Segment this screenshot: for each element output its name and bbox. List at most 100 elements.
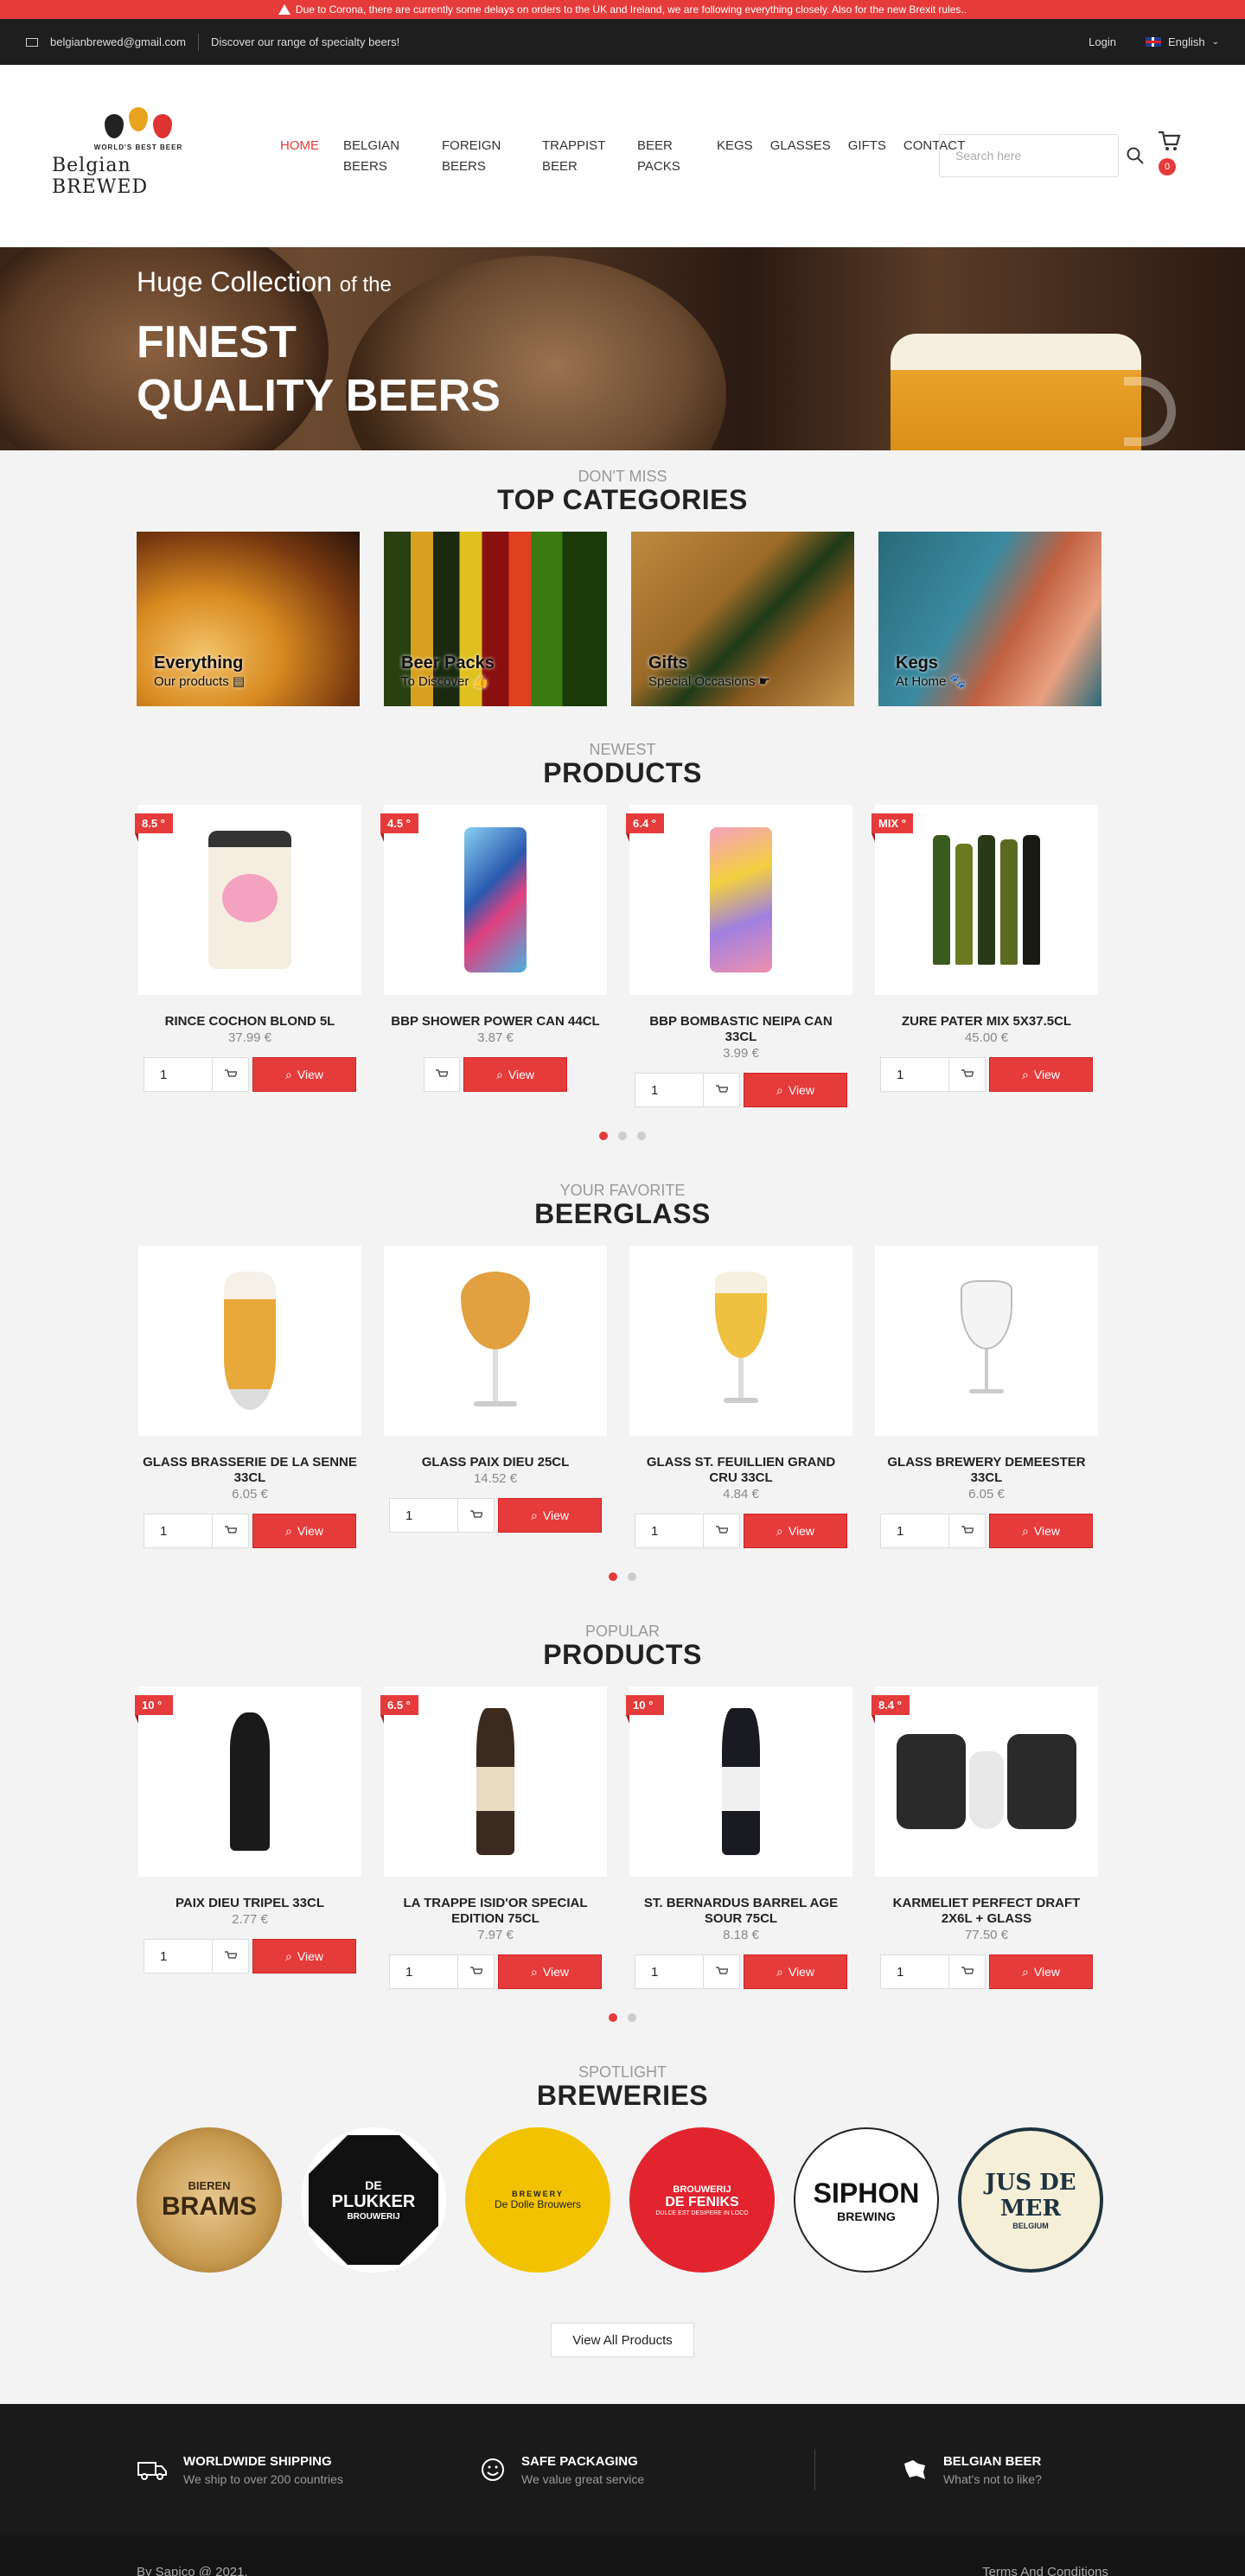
quantity-input[interactable]: 1	[635, 1954, 704, 1989]
quantity-input[interactable]: 1	[144, 1057, 213, 1092]
view-button[interactable]: ⌕ View	[252, 1514, 356, 1548]
add-to-cart-button[interactable]	[458, 1954, 495, 1989]
category-gifts[interactable]: Gifts Special Occasions ☛	[631, 532, 854, 706]
product-name[interactable]: GLASS BREWERY DEMEESTER 33CL	[875, 1455, 1098, 1486]
nav-glasses[interactable]: GLASSES	[762, 136, 840, 177]
carousel-dot[interactable]	[628, 2013, 636, 2022]
quantity-input[interactable]: 1	[144, 1514, 213, 1548]
site-logo[interactable]: WORLD'S BEST BEER Belgian BREWED	[52, 100, 225, 213]
category-everything[interactable]: Everything Our products ▤	[137, 532, 360, 706]
add-to-cart-button[interactable]	[213, 1057, 249, 1092]
view-button[interactable]: ⌕ View	[744, 1954, 847, 1989]
product-image[interactable]: 8.5 °	[135, 805, 361, 995]
product-name[interactable]: GLASS ST. FEUILLIEN GRAND CRU 33CL	[629, 1455, 852, 1486]
view-button[interactable]: ⌕ View	[252, 1057, 356, 1092]
add-to-cart-button[interactable]	[704, 1954, 740, 1989]
brewery-logo-jus-de-mer[interactable]: JUS DE MER BELGIUM	[958, 2127, 1103, 2273]
view-button[interactable]: ⌕ View	[252, 1939, 356, 1973]
product-image[interactable]	[629, 1246, 852, 1436]
cart-icon	[961, 1967, 974, 1974]
view-button[interactable]: ⌕ View	[498, 1954, 602, 1989]
brewery-logo-brams[interactable]: BIEREN BRAMS	[137, 2127, 282, 2273]
product-image[interactable]	[138, 1246, 361, 1436]
search-icon[interactable]	[1126, 146, 1145, 165]
add-to-cart-button[interactable]	[704, 1073, 740, 1107]
search-input[interactable]: Search here	[939, 134, 1119, 177]
quantity-input[interactable]: 1	[144, 1939, 213, 1973]
product-name[interactable]: ZURE PATER MIX 5X37.5CL	[875, 1014, 1098, 1030]
product-image[interactable]: 6.4 °	[626, 805, 852, 995]
add-to-cart-button[interactable]	[458, 1498, 495, 1533]
nav-home[interactable]: HOME	[268, 136, 331, 177]
brewery-top-text: BROUWERIJ	[673, 2184, 731, 2195]
product-name[interactable]: ST. BERNARDUS BARREL AGE SOUR 75CL	[629, 1896, 852, 1927]
quantity-input[interactable]: 1	[880, 1057, 949, 1092]
category-kegs[interactable]: Kegs At Home 🐾	[878, 532, 1101, 706]
carousel-dot[interactable]	[637, 1132, 646, 1140]
product-name[interactable]: LA TRAPPE ISID'OR SPECIAL EDITION 75CL	[384, 1896, 607, 1927]
carousel-dot[interactable]	[609, 2013, 617, 2022]
terms-link[interactable]: Terms And Conditions	[982, 2565, 1108, 2576]
view-label: View	[542, 1965, 569, 1979]
nav-kegs[interactable]: KEGS	[708, 136, 762, 177]
add-to-cart-button[interactable]	[213, 1514, 249, 1548]
search-icon: ⌕	[285, 1523, 292, 1538]
view-all-products-button[interactable]: View All Products	[551, 2323, 694, 2357]
quantity-input[interactable]: 1	[880, 1954, 949, 1989]
login-link[interactable]: Login	[1089, 35, 1116, 48]
add-to-cart-button[interactable]	[949, 1954, 986, 1989]
carousel-dot[interactable]	[609, 1572, 617, 1581]
contact-email[interactable]: belgianbrewed@gmail.com	[50, 35, 186, 48]
category-beer-packs[interactable]: Beer Packs To Discover 👍	[384, 532, 607, 706]
product-name[interactable]: GLASS PAIX DIEU 25CL	[384, 1455, 607, 1470]
brewery-logo-de-feniks[interactable]: BROUWERIJ DE FENIKS DULCE EST DESIPERE I…	[629, 2127, 775, 2273]
product-name[interactable]: BBP BOMBASTIC NEIPA CAN 33CL	[629, 1014, 852, 1045]
add-to-cart-button[interactable]	[949, 1057, 986, 1092]
view-button[interactable]: ⌕ View	[989, 1954, 1093, 1989]
brewery-logo-siphon[interactable]: SIPHON BREWING	[794, 2127, 939, 2273]
cart-icon[interactable]	[1157, 127, 1181, 153]
product-image[interactable]: 10 °	[135, 1687, 361, 1877]
quantity-input[interactable]: 1	[635, 1073, 704, 1107]
view-button[interactable]: ⌕ View	[744, 1073, 847, 1107]
product-image[interactable]: 4.5 °	[380, 805, 607, 995]
quantity-input[interactable]: 1	[389, 1954, 458, 1989]
product-image[interactable]: 8.4 °	[872, 1687, 1098, 1877]
add-to-cart-button[interactable]	[949, 1514, 986, 1548]
hops-logo-icon	[105, 107, 172, 138]
product-image[interactable]: 6.5 °	[380, 1687, 607, 1877]
nav-gifts[interactable]: GIFTS	[840, 136, 895, 177]
add-to-cart-button[interactable]	[704, 1514, 740, 1548]
abv-badge: 6.4 °	[626, 813, 664, 842]
product-name[interactable]: PAIX DIEU TRIPEL 33CL	[138, 1896, 361, 1911]
product-name[interactable]: BBP SHOWER POWER CAN 44CL	[384, 1014, 607, 1030]
product-image[interactable]: MIX °	[872, 805, 1098, 995]
add-to-cart-button[interactable]	[424, 1057, 460, 1092]
view-button[interactable]: ⌕ View	[463, 1057, 567, 1092]
nav-beer-packs[interactable]: BEER PACKS	[625, 136, 708, 177]
brewery-logo-de-dolle[interactable]: BREWERY De Dolle Brouwers	[465, 2127, 610, 2273]
carousel-dot[interactable]	[618, 1132, 627, 1140]
nav-foreign-beers[interactable]: FOREIGN BEERS	[430, 136, 530, 177]
view-button[interactable]: ⌕ View	[989, 1057, 1093, 1092]
add-to-cart-button[interactable]	[213, 1939, 249, 1973]
product-name[interactable]: GLASS BRASSERIE DE LA SENNE 33CL	[138, 1455, 361, 1486]
product-image[interactable]	[384, 1246, 607, 1436]
view-button[interactable]: ⌕ View	[498, 1498, 602, 1533]
product-image[interactable]	[875, 1246, 1098, 1436]
quantity-input[interactable]: 1	[635, 1514, 704, 1548]
feature-title: SAFE PACKAGING	[521, 2453, 638, 2469]
quantity-input[interactable]: 1	[880, 1514, 949, 1548]
view-button[interactable]: ⌕ View	[989, 1514, 1093, 1548]
language-selector[interactable]: English ⌄	[1145, 35, 1219, 48]
quantity-input[interactable]: 1	[389, 1498, 458, 1533]
nav-trappist-beer[interactable]: TRAPPIST BEER	[530, 136, 625, 177]
carousel-dot[interactable]	[599, 1132, 608, 1140]
product-name[interactable]: RINCE COCHON BLOND 5L	[138, 1014, 361, 1030]
carousel-dot[interactable]	[628, 1572, 636, 1581]
view-button[interactable]: ⌕ View	[744, 1514, 847, 1548]
product-image[interactable]: 10 °	[626, 1687, 852, 1877]
product-name[interactable]: KARMELIET PERFECT DRAFT 2X6L + GLASS	[875, 1896, 1098, 1927]
nav-belgian-beers[interactable]: BELGIAN BEERS	[331, 136, 430, 177]
brewery-logo-plukker[interactable]: DE PLUKKER BROUWERIJ	[301, 2127, 446, 2273]
